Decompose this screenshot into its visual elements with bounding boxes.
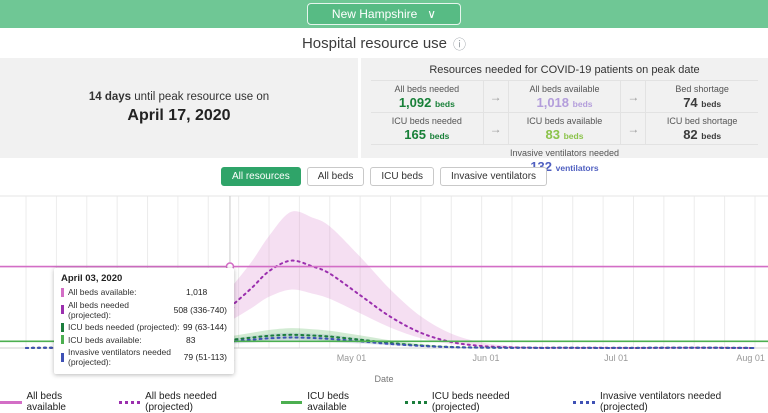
legend-label: All beds needed (projected) [145, 391, 265, 413]
tooltip-row: Invasive ventilators needed (projected):… [61, 347, 227, 367]
tooltip-row: All beds available:1,018 [61, 287, 227, 297]
resources-grid: All beds needed 1,092 beds → All beds av… [371, 80, 758, 176]
stat-unit: beds [430, 131, 450, 141]
stat-value: 165 [404, 127, 426, 142]
peak-summary-rest: until peak resource use on [131, 91, 269, 103]
stat-icu-bed-shortage: ICU bed shortage 82 beds [646, 112, 758, 144]
stat-unit: beds [564, 131, 584, 141]
tooltip-row-value: 99 (63-144) [183, 322, 227, 332]
stat-label: Bed shortage [648, 84, 756, 94]
stat-unit: beds [701, 99, 721, 109]
page-header: Hospital resource use ⓘ [0, 28, 768, 58]
stat-bed-shortage: Bed shortage 74 beds [646, 80, 758, 112]
dashed-line-swatch [573, 401, 595, 404]
series-color-mark [61, 305, 64, 314]
legend-label: ICU beds available [307, 391, 389, 413]
tab-all-resources[interactable]: All resources [221, 167, 301, 186]
svg-text:Aug 01: Aug 01 [736, 353, 765, 363]
legend-item-all-beds-available[interactable]: All beds available [0, 391, 103, 413]
resources-needed-panel: Resources needed for COVID-19 patients o… [361, 58, 768, 158]
stat-value: 1,018 [536, 95, 569, 110]
legend-label: All beds available [27, 391, 103, 413]
stat-value: 74 [683, 95, 697, 110]
arrow-right-icon: → [620, 80, 646, 112]
stat-all-beds-available: All beds available 1,018 beds [509, 80, 621, 112]
tooltip-row-label: All beds needed (projected): [68, 300, 174, 320]
stat-unit: beds [435, 99, 455, 109]
svg-text:Jun 01: Jun 01 [472, 353, 499, 363]
peak-date: April 17, 2020 [127, 107, 230, 125]
chart-area: Mar 01Apr 01May 01Jun 01Jul 01Aug 01 Apr… [0, 190, 768, 373]
series-color-mark [61, 353, 64, 362]
days-until-peak: 14 days [89, 91, 131, 103]
tooltip-row-value: 508 (336-740) [174, 305, 227, 315]
tooltip-row: ICU beds needed (projected):99 (63-144) [61, 322, 227, 332]
stat-unit: beds [701, 131, 721, 141]
tooltip-row: All beds needed (projected):508 (336-740… [61, 300, 227, 320]
tab-icu-beds[interactable]: ICU beds [370, 167, 434, 186]
stat-all-beds-needed: All beds needed 1,092 beds [371, 80, 483, 112]
stat-label: ICU bed shortage [648, 116, 756, 126]
chevron-down-icon: ∨ [427, 7, 436, 21]
stat-value: 1,092 [399, 95, 432, 110]
legend-item-icu-beds-needed-projected[interactable]: ICU beds needed (projected) [405, 391, 557, 413]
stat-label: Invasive ventilators needed [373, 148, 756, 158]
resources-panel-title: Resources needed for COVID-19 patients o… [371, 61, 758, 80]
tooltip-date: April 03, 2020 [61, 273, 227, 284]
svg-text:May 01: May 01 [337, 353, 367, 363]
top-bar: New Hampshire ∨ [0, 0, 768, 28]
region-selector-label: New Hampshire [332, 7, 417, 21]
chart-legend: All beds available All beds needed (proje… [0, 391, 768, 413]
stat-value: 83 [546, 127, 560, 142]
info-icon[interactable]: ⓘ [453, 34, 466, 53]
stat-label: ICU beds available [511, 116, 619, 126]
stat-unit: ventilators [556, 163, 599, 173]
tooltip-rows: All beds available:1,018 All beds needed … [61, 287, 227, 367]
x-axis-label: Date [0, 374, 768, 384]
svg-text:Jul 01: Jul 01 [604, 353, 628, 363]
page-title: Hospital resource use [302, 35, 447, 52]
legend-label: ICU beds needed (projected) [432, 391, 558, 413]
tooltip-row-value: 1,018 [186, 287, 207, 297]
stat-label: All beds needed [373, 84, 481, 94]
solid-line-swatch [0, 401, 22, 404]
chart-tooltip: April 03, 2020 All beds available:1,018A… [54, 268, 234, 374]
tooltip-row: ICU beds available:83 [61, 335, 227, 345]
solid-line-swatch [281, 401, 303, 404]
peak-summary-panel: 14 days until peak resource use on April… [0, 58, 358, 158]
tooltip-row-value: 83 [186, 335, 195, 345]
legend-item-all-beds-needed-projected[interactable]: All beds needed (projected) [119, 391, 265, 413]
arrow-right-icon: → [483, 80, 509, 112]
tooltip-row-label: ICU beds available: [68, 335, 186, 345]
peak-summary-text: 14 days until peak resource use on [89, 91, 269, 103]
dashed-line-swatch [405, 401, 427, 404]
region-selector[interactable]: New Hampshire ∨ [307, 3, 461, 25]
app: { "colors": { "topbar_green": "#6fc795",… [0, 0, 768, 406]
stat-value: 82 [683, 127, 697, 142]
arrow-right-icon: → [483, 112, 509, 144]
legend-label: Invasive ventilators needed (projected) [600, 391, 768, 413]
stat-icu-beds-needed: ICU beds needed 165 beds [371, 112, 483, 144]
tooltip-row-label: All beds available: [68, 287, 186, 297]
tab-all-beds[interactable]: All beds [307, 167, 365, 186]
stat-label: All beds available [511, 84, 619, 94]
tooltip-row-label: Invasive ventilators needed (projected): [68, 347, 184, 367]
legend-item-icu-beds-available[interactable]: ICU beds available [281, 391, 390, 413]
series-color-mark [61, 335, 64, 344]
legend-item-invasive-ventilators-needed-projected[interactable]: Invasive ventilators needed (projected) [573, 391, 768, 413]
dashed-line-swatch [119, 401, 141, 404]
tooltip-row-value: 79 (51-113) [184, 352, 227, 362]
arrow-right-icon: → [620, 112, 646, 144]
tab-invasive-ventilators[interactable]: Invasive ventilators [440, 167, 547, 186]
stat-icu-beds-available: ICU beds available 83 beds [509, 112, 621, 144]
summary-panels: 14 days until peak resource use on April… [0, 58, 768, 158]
series-color-mark [61, 323, 64, 332]
tooltip-row-label: ICU beds needed (projected): [68, 322, 183, 332]
stat-unit: beds [573, 99, 593, 109]
stat-label: ICU beds needed [373, 116, 481, 126]
series-color-mark [61, 288, 64, 297]
